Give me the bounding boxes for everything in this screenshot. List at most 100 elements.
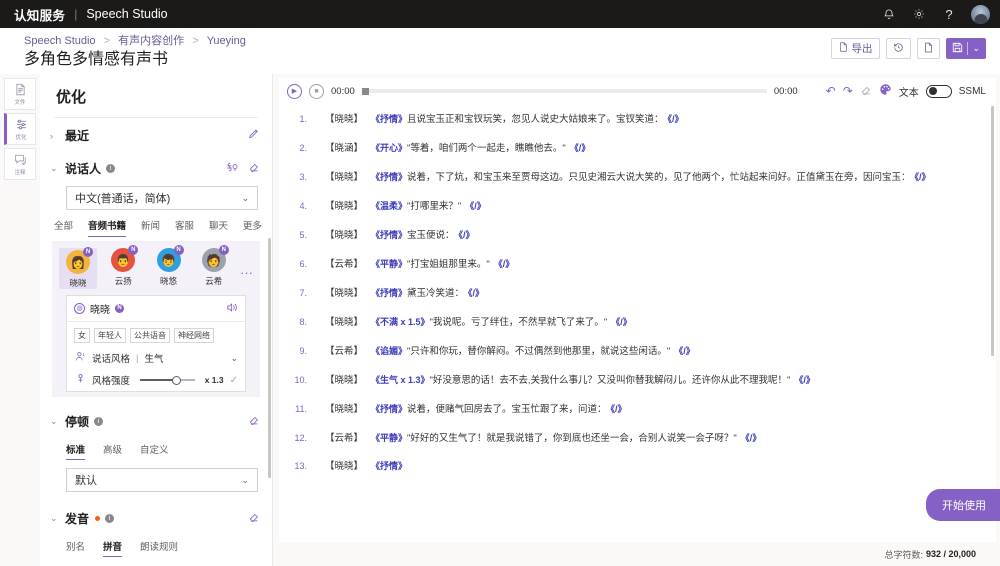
table-row[interactable]: 12. 【云希】 《平静》"好好的又生气了！就是我说错了，你到底也还坐一会，合别… <box>279 423 996 452</box>
end-tag[interactable]: 《/》 <box>570 143 591 153</box>
style-tag[interactable]: 《温柔》 <box>371 201 407 211</box>
voice-tab-audiobook[interactable]: 音频书籍 <box>87 218 126 237</box>
line-speaker[interactable]: 【晓晓】 <box>313 227 371 241</box>
voice-item-0[interactable]: 👩 N 晓晓 <box>59 247 97 289</box>
style-tag[interactable]: 《抒情》 <box>371 172 407 182</box>
rail-item-file[interactable]: 文件 <box>4 78 36 110</box>
line-speaker[interactable]: 【晓晓】 <box>313 458 371 472</box>
voice-tab-more[interactable]: 更多 <box>243 218 262 237</box>
pencil-icon[interactable] <box>248 128 260 143</box>
info-icon[interactable]: i <box>106 164 116 173</box>
end-tag[interactable]: 《/》 <box>611 317 632 327</box>
info-icon[interactable]: i <box>105 514 115 523</box>
table-row[interactable]: 2. 【晓涵】 《开心》"等着，咱们两个一起走，瞧瞧他去。" 《/》 <box>279 133 996 162</box>
end-tag[interactable]: 《/》 <box>794 375 815 385</box>
style-tag[interactable]: 《开心》 <box>371 143 407 153</box>
play-icon[interactable]: ▶ <box>287 83 302 99</box>
line-text[interactable]: 《不满 x 1.5》"我说呢。亏了绊住，不然早就飞了来了。" 《/》 <box>371 315 974 330</box>
table-row[interactable]: 4. 【晓晓】 《温柔》"打哪里来？" 《/》 <box>279 191 996 220</box>
line-text[interactable]: 《平静》"好好的又生气了！就是我说错了，你到底也还坐一会，合别人说笑一会子呀？"… <box>371 431 974 446</box>
chevron-down-icon[interactable]: ⌄ <box>50 163 60 174</box>
voice-tab-service[interactable]: 客服 <box>175 218 194 237</box>
rail-item-optimize[interactable]: 优化 <box>4 113 36 145</box>
new-file-button[interactable] <box>917 38 941 59</box>
voice-tab-chat[interactable]: 聊天 <box>209 218 228 237</box>
breadcrumb-item-0[interactable]: Speech Studio <box>24 35 96 47</box>
pause-tab-advanced[interactable]: 高级 <box>103 442 122 460</box>
line-speaker[interactable]: 【晓晓】 <box>313 285 371 299</box>
end-tag[interactable]: 《/》 <box>468 288 484 298</box>
end-tag[interactable]: 《/》 <box>668 114 684 124</box>
rail-item-comment[interactable]: 注释 <box>4 148 36 180</box>
save-button[interactable]: ⌄ <box>946 38 986 59</box>
playback-progress[interactable] <box>361 87 767 95</box>
line-speaker[interactable]: 【晓晓】 <box>313 401 371 415</box>
line-text[interactable]: 《谄媚》"只许和你玩，替你解闷。不过偶然到他那里，就说这些闲话。" 《/》 <box>371 344 974 359</box>
line-text[interactable]: 《抒情》说着，便赌气回房去了。宝玉忙跟了来，问道： 《/》 <box>371 402 974 417</box>
ssml-toggle[interactable] <box>925 84 952 98</box>
info-icon[interactable]: i <box>94 417 104 426</box>
line-text[interactable]: 《平静》"打宝姐姐那里来。" 《/》 <box>371 257 974 272</box>
style-tag[interactable]: 《抒情》 <box>371 230 407 240</box>
ssml-mode-label[interactable]: SSML <box>959 86 986 97</box>
table-row[interactable]: 13. 【晓晓】 《抒情》 <box>279 452 996 480</box>
pause-tab-standard[interactable]: 标准 <box>66 442 86 460</box>
left-panel-scrollbar[interactable] <box>268 238 271 478</box>
chevron-right-icon[interactable]: › <box>50 131 60 141</box>
slider-knob[interactable] <box>171 375 181 385</box>
end-tag[interactable]: 《/》 <box>465 201 486 211</box>
style-tag[interactable]: 《平静》 <box>371 433 407 443</box>
table-row[interactable]: 5. 【晓晓】 《抒情》宝玉便说： 《/》 <box>279 220 996 249</box>
chevron-down-icon[interactable]: ⌄ <box>230 353 238 364</box>
line-text[interactable]: 《生气 x 1.3》"好没意思的话！去不去,关我什么事儿？又没叫你替我解闷儿。还… <box>371 373 974 388</box>
phonetic-icon[interactable] <box>226 161 238 176</box>
style-tag[interactable]: 《抒情》 <box>371 114 407 124</box>
speaker-icon[interactable] <box>226 302 238 316</box>
style-tag[interactable]: 《抒情》 <box>371 461 407 471</box>
style-tag[interactable]: 《抒情》 <box>371 288 407 298</box>
table-row[interactable]: 6. 【云希】 《平静》"打宝姐姐那里来。" 《/》 <box>279 249 996 278</box>
more-voices-icon[interactable]: ··· <box>240 257 253 280</box>
editor-lines[interactable]: 1. 【晓晓】 《抒情》且说宝玉正和宝钗玩笑，忽见人说史大姑娘来了。宝钗笑道：《… <box>279 104 996 542</box>
pron-tab-pinyin[interactable]: 拼音 <box>103 539 123 557</box>
chevron-down-icon[interactable]: ⌄ <box>972 43 980 54</box>
style-tag[interactable]: 《谄媚》 <box>371 346 407 356</box>
line-text[interactable]: 《开心》"等着，咱们两个一起走，瞧瞧他去。" 《/》 <box>371 141 974 156</box>
style-tag[interactable]: 《抒情》 <box>371 404 407 414</box>
intensity-slider[interactable] <box>140 375 195 385</box>
section-recent[interactable]: › 最近 <box>40 118 272 151</box>
history-button[interactable] <box>886 38 912 59</box>
line-speaker[interactable]: 【晓晓】 <box>313 111 371 125</box>
line-speaker[interactable]: 【云希】 <box>313 256 371 270</box>
start-using-button[interactable]: 开始使用 <box>926 489 1000 521</box>
export-button[interactable]: 导出 <box>831 38 881 59</box>
chevron-down-icon[interactable]: ⌄ <box>50 416 60 427</box>
pron-tab-alias[interactable]: 别名 <box>66 539 85 557</box>
editor-scrollbar[interactable] <box>991 106 994 356</box>
section-pronunciation[interactable]: ⌄ 发音 i <box>40 492 272 534</box>
eraser-icon[interactable] <box>860 84 872 99</box>
confirm-check-icon[interactable]: ✓ <box>230 375 238 386</box>
end-tag[interactable]: 《/》 <box>611 404 627 414</box>
line-text[interactable]: 《抒情》黛玉冷笑道： 《/》 <box>371 286 974 301</box>
table-row[interactable]: 10. 【晓晓】 《生气 x 1.3》"好没意思的话！去不去,关我什么事儿？又没… <box>279 365 996 394</box>
end-tag[interactable]: 《/》 <box>459 230 475 240</box>
pause-tab-custom[interactable]: 自定义 <box>140 442 169 460</box>
voice-item-3[interactable]: 🧑 N 云希 <box>195 245 233 287</box>
line-speaker[interactable]: 【晓涵】 <box>313 140 371 154</box>
table-row[interactable]: 3. 【晓晓】 《抒情》说着，下了炕，和宝玉来至贾母这边。只见史湘云大说大笑的，… <box>279 162 996 191</box>
end-tag[interactable]: 《/》 <box>915 172 931 182</box>
style-tag[interactable]: 《不满 x 1.5》 <box>371 317 430 327</box>
breadcrumb-item-2[interactable]: Yueying <box>207 35 246 47</box>
line-text[interactable]: 《抒情》宝玉便说： 《/》 <box>371 228 974 243</box>
end-tag[interactable]: 《/》 <box>494 259 515 269</box>
style-intensity-row[interactable]: 风格强度 x 1.3 ✓ <box>67 369 245 391</box>
avatar[interactable] <box>971 4 990 24</box>
end-tag[interactable]: 《/》 <box>674 346 695 356</box>
voice-item-2[interactable]: 👦 N 晓悠 <box>150 245 188 287</box>
table-row[interactable]: 9. 【云希】 《谄媚》"只许和你玩，替你解闷。不过偶然到他那里，就说这些闲话。… <box>279 336 996 365</box>
progress-handle[interactable] <box>361 87 369 95</box>
table-row[interactable]: 8. 【晓晓】 《不满 x 1.5》"我说呢。亏了绊住，不然早就飞了来了。" 《/… <box>279 307 996 336</box>
style-tag[interactable]: 《生气 x 1.3》 <box>371 375 430 385</box>
undo-icon[interactable]: ↶ <box>826 84 836 98</box>
